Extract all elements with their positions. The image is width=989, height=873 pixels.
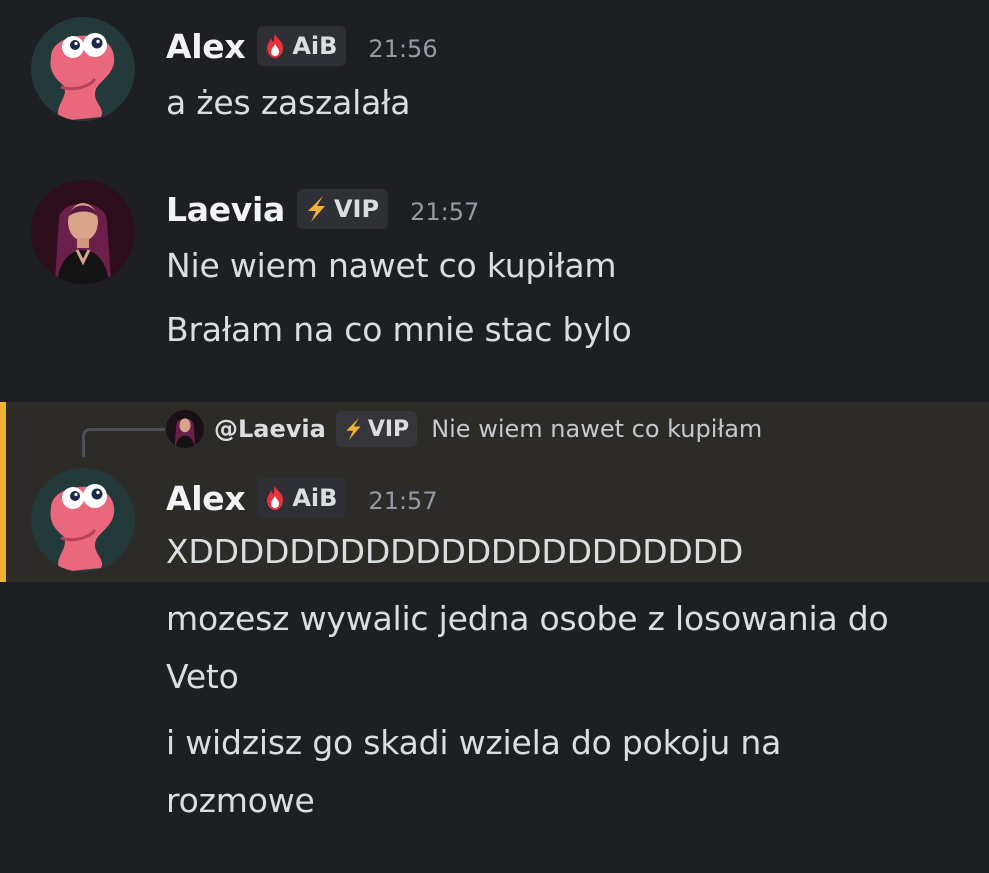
message-text: XDDDDDDDDDDDDDDDDDDDDDD xyxy=(166,532,744,571)
fire-shield-icon xyxy=(263,33,287,59)
timestamp[interactable]: 21:56 xyxy=(368,29,437,63)
message-header: Laevia VIP 21:57 xyxy=(166,183,479,235)
role-tag-label: AiB xyxy=(292,32,338,60)
message-text: i widzisz go skadi wziela do pokoju na xyxy=(166,723,782,762)
role-tag-label: VIP xyxy=(333,195,380,223)
lightning-icon xyxy=(342,417,364,441)
message-text: Veto xyxy=(166,657,239,696)
reply-connector xyxy=(82,428,165,457)
role-tag-label: AiB xyxy=(292,484,338,512)
role-tag[interactable]: AiB xyxy=(257,26,347,66)
reply-avatar-laevia[interactable] xyxy=(166,410,204,448)
fire-shield-icon xyxy=(263,485,287,511)
message-text: mozesz wywalic jedna osobe z losowania d… xyxy=(166,599,889,638)
reply-mention[interactable]: @Laevia xyxy=(214,415,326,443)
reply-text[interactable]: Nie wiem nawet co kupiłam xyxy=(431,415,762,443)
username[interactable]: Alex xyxy=(166,479,246,518)
message-header: Alex AiB 21:56 xyxy=(166,20,438,72)
username[interactable]: Laevia xyxy=(166,190,285,229)
reply-preview[interactable]: @Laevia VIP Nie wiem nawet co kupiłam xyxy=(166,408,762,450)
avatar-laevia[interactable] xyxy=(31,180,135,284)
reply-role-tag-label: VIP xyxy=(367,416,410,442)
message-text: rozmowe xyxy=(166,781,315,820)
avatar-alex[interactable] xyxy=(31,468,135,572)
message-text: Nie wiem nawet co kupiłam xyxy=(166,246,617,285)
message-text: Brałam na co mnie stac bylo xyxy=(166,310,632,349)
username[interactable]: Alex xyxy=(166,27,246,66)
avatar-alex[interactable] xyxy=(31,17,135,121)
mention-highlight-bar xyxy=(0,402,6,582)
timestamp[interactable]: 21:57 xyxy=(368,481,437,515)
reply-role-tag: VIP xyxy=(335,411,418,447)
role-tag[interactable]: AiB xyxy=(257,478,347,518)
message-text: a żes zaszalała xyxy=(166,83,411,122)
role-tag[interactable]: VIP xyxy=(296,189,389,229)
lightning-icon xyxy=(303,195,329,223)
timestamp[interactable]: 21:57 xyxy=(410,192,479,226)
message-header: Alex AiB 21:57 xyxy=(166,472,438,524)
